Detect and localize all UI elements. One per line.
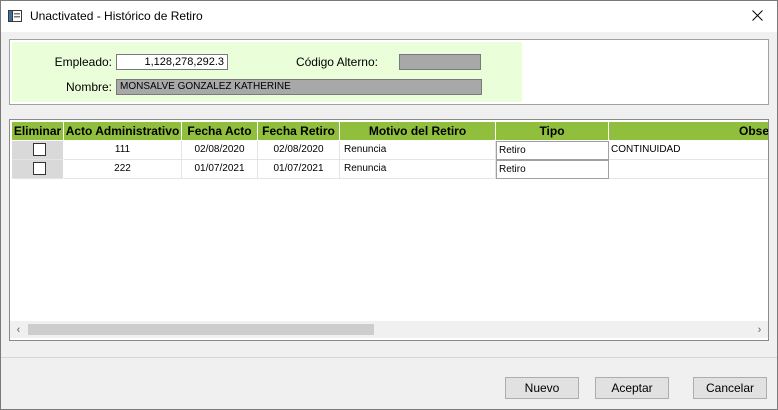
fecha-retiro-cell: 02/08/2020 bbox=[258, 141, 340, 160]
codigo-alterno-field[interactable] bbox=[399, 54, 481, 70]
empleado-field[interactable]: 1,128,278,292.3 bbox=[116, 54, 228, 70]
app-window-icon bbox=[8, 10, 22, 22]
motivo-cell: Renuncia bbox=[340, 141, 496, 160]
eliminar-checkbox[interactable] bbox=[33, 143, 46, 156]
observaciones-cell bbox=[609, 160, 768, 179]
column-header-fecha-retiro[interactable]: Fecha Retiro bbox=[258, 122, 340, 140]
tipo-dropdown[interactable]: Retiro bbox=[496, 141, 609, 160]
close-icon bbox=[751, 9, 763, 24]
grid-header-row: Eliminar Acto Administrativo Fecha Acto … bbox=[10, 122, 768, 140]
horizontal-scrollbar[interactable]: ‹ › bbox=[10, 321, 768, 338]
window-title: Unactivated - Histórico de Retiro bbox=[30, 9, 203, 23]
retiro-history-grid[interactable]: Eliminar Acto Administrativo Fecha Acto … bbox=[9, 119, 769, 341]
column-header-fecha-acto[interactable]: Fecha Acto bbox=[182, 122, 258, 140]
observaciones-cell: CONTINUIDAD bbox=[609, 141, 768, 160]
motivo-cell: Renuncia bbox=[340, 160, 496, 179]
table-row[interactable]: 222 01/07/2021 01/07/2021 Renuncia Retir… bbox=[10, 160, 768, 179]
dialog-window: Unactivated - Histórico de Retiro Emplea… bbox=[0, 0, 778, 410]
table-row[interactable]: 111 02/08/2020 02/08/2020 Renuncia Retir… bbox=[10, 141, 768, 160]
column-header-tipo[interactable]: Tipo bbox=[496, 122, 609, 140]
title-bar: Unactivated - Histórico de Retiro bbox=[1, 1, 777, 32]
eliminar-checkbox[interactable] bbox=[33, 162, 46, 175]
column-header-eliminar[interactable]: Eliminar bbox=[12, 122, 64, 140]
nombre-field[interactable]: MONSALVE GONZALEZ KATHERINE bbox=[116, 79, 482, 95]
fecha-acto-cell: 01/07/2021 bbox=[182, 160, 258, 179]
acto-cell: 222 bbox=[64, 160, 182, 179]
employee-fields-area: Empleado: 1,128,278,292.3 Código Alterno… bbox=[12, 42, 522, 102]
fecha-retiro-cell: 01/07/2021 bbox=[258, 160, 340, 179]
acto-cell: 111 bbox=[64, 141, 182, 160]
scroll-right-button[interactable]: › bbox=[751, 321, 768, 338]
scrollbar-thumb[interactable] bbox=[28, 324, 374, 335]
chevron-right-icon: › bbox=[757, 323, 762, 336]
eliminar-cell bbox=[12, 141, 64, 160]
column-header-observaciones[interactable]: Obse bbox=[609, 122, 768, 140]
cancelar-button[interactable]: Cancelar bbox=[693, 377, 767, 399]
empleado-label: Empleado: bbox=[54, 55, 112, 69]
tipo-dropdown[interactable]: Retiro bbox=[496, 160, 609, 179]
fecha-acto-cell: 02/08/2020 bbox=[182, 141, 258, 160]
eliminar-cell bbox=[12, 160, 64, 179]
nombre-label: Nombre: bbox=[65, 80, 112, 94]
codigo-alterno-label: Código Alterno: bbox=[295, 55, 378, 69]
chevron-left-icon: ‹ bbox=[16, 323, 21, 336]
employee-info-panel: Empleado: 1,128,278,292.3 Código Alterno… bbox=[9, 39, 769, 105]
scroll-left-button[interactable]: ‹ bbox=[10, 321, 27, 338]
aceptar-button[interactable]: Aceptar bbox=[595, 377, 669, 399]
column-header-acto-administrativo[interactable]: Acto Administrativo bbox=[64, 122, 182, 140]
close-button[interactable] bbox=[737, 1, 777, 32]
nuevo-button[interactable]: Nuevo bbox=[505, 377, 579, 399]
footer-divider bbox=[1, 357, 777, 358]
column-header-motivo-del-retiro[interactable]: Motivo del Retiro bbox=[340, 122, 496, 140]
